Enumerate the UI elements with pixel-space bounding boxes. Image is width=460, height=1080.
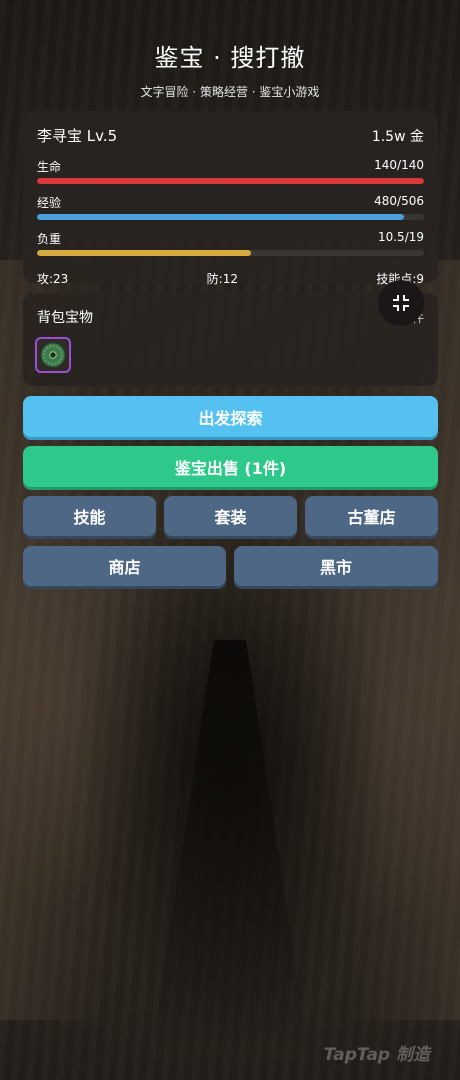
- exp-bar-fill: [37, 214, 405, 220]
- defense-stat: 防:12: [206, 272, 238, 286]
- load-bar-fill: [37, 250, 251, 256]
- exp-bar: [37, 214, 424, 220]
- header: 鉴宝 · 搜打撤 文字冒险 · 策略经营 · 鉴宝小游戏: [0, 38, 460, 100]
- load-value: 10.5/19: [377, 230, 424, 244]
- collapse-button[interactable]: [378, 280, 424, 326]
- gold-amount: 1.5w 金: [371, 129, 424, 145]
- player-stats-panel: 李寻宝 Lv.5 1.5w 金 生命 140/140 经验 480/506 负重…: [23, 111, 438, 286]
- hp-bar-fill: [37, 178, 424, 184]
- load-bar: [37, 250, 424, 256]
- collapse-icon: [393, 295, 409, 311]
- game-title: 鉴宝 · 搜打撤: [154, 44, 306, 72]
- hp-value: 140/140: [374, 158, 424, 172]
- skills-button[interactable]: 技能: [23, 496, 156, 536]
- attack-stat: 攻:23: [37, 272, 69, 286]
- bag-title: 背包宝物: [37, 310, 93, 326]
- sell-button[interactable]: 鉴宝出售 (1件): [23, 446, 438, 487]
- black-market-button[interactable]: 黑市: [234, 546, 438, 586]
- load-label: 负重: [37, 232, 62, 246]
- game-subtitle: 文字冒险 · 策略经营 · 鉴宝小游戏: [140, 85, 320, 99]
- hp-label: 生命: [37, 160, 62, 174]
- explore-button[interactable]: 出发探索: [23, 396, 438, 437]
- sets-button[interactable]: 套装: [164, 496, 297, 536]
- shop-button[interactable]: 商店: [23, 546, 226, 586]
- exp-value: 480/506: [374, 194, 424, 208]
- jade-disc-icon: [40, 342, 66, 368]
- cave-corridor: [150, 640, 310, 1060]
- exp-label: 经验: [37, 196, 62, 210]
- taptap-watermark: TapTap 制造: [323, 1045, 430, 1065]
- bag-panel: 背包宝物 1 件: [23, 293, 438, 386]
- antique-shop-button[interactable]: 古董店: [305, 496, 438, 536]
- bag-item-slot[interactable]: [35, 337, 71, 373]
- player-name: 李寻宝 Lv.5: [37, 127, 118, 145]
- hp-bar: [37, 178, 424, 184]
